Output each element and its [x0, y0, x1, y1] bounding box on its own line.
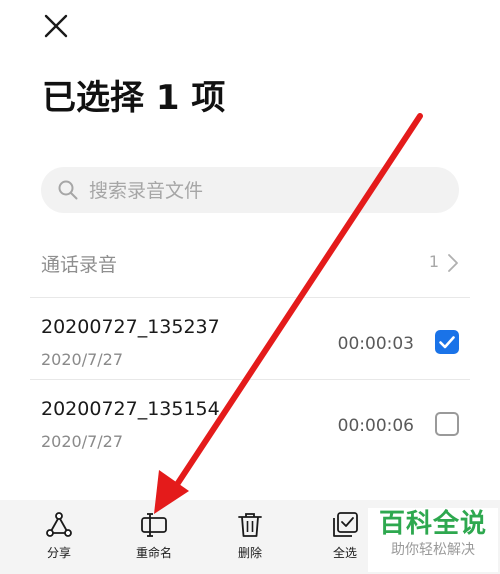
search-icon — [58, 180, 78, 200]
section-count: 1 — [428, 252, 439, 271]
select-all-icon — [333, 512, 358, 537]
chevron-right-icon — [448, 254, 458, 272]
share-button[interactable]: 分享 — [24, 510, 94, 570]
share-label: 分享 — [46, 546, 71, 560]
search-box[interactable] — [41, 167, 459, 215]
rename-icon — [141, 513, 167, 537]
page-title: 已选择 1 项 — [42, 78, 226, 118]
rename-label: 重命名 — [135, 546, 172, 560]
section-label: 通话录音 — [41, 254, 118, 276]
divider — [30, 379, 470, 380]
recording-name: 20200727_135154 — [41, 398, 220, 420]
trash-icon — [238, 513, 262, 537]
recording-duration: 00:00:03 — [337, 334, 414, 354]
close-button[interactable] — [40, 10, 72, 42]
close-icon — [44, 14, 68, 38]
delete-button[interactable]: 删除 — [215, 510, 285, 570]
watermark-title: 百科全说 — [378, 509, 487, 539]
check-icon — [439, 336, 455, 349]
recording-date: 2020/7/27 — [41, 432, 124, 451]
recording-date: 2020/7/27 — [41, 350, 124, 369]
watermark-logo: 百科全说 助你轻松解决 — [368, 508, 498, 572]
recording-name: 20200727_135237 — [41, 316, 220, 338]
divider — [30, 297, 470, 298]
recording-checkbox[interactable] — [435, 330, 459, 354]
recording-checkbox[interactable] — [435, 412, 459, 436]
section-call-recordings[interactable]: 通话录音 1 — [41, 246, 459, 280]
share-icon — [46, 512, 72, 537]
rename-button[interactable]: 重命名 — [119, 510, 189, 570]
list-item[interactable]: 20200727_135154 2020/7/27 00:00:06 — [41, 398, 461, 470]
list-item[interactable]: 20200727_135237 2020/7/27 00:00:03 — [41, 316, 461, 388]
recording-duration: 00:00:06 — [337, 416, 414, 436]
delete-label: 删除 — [237, 546, 262, 560]
watermark-subtitle: 助你轻松解决 — [391, 542, 475, 558]
search-input[interactable] — [87, 167, 451, 215]
